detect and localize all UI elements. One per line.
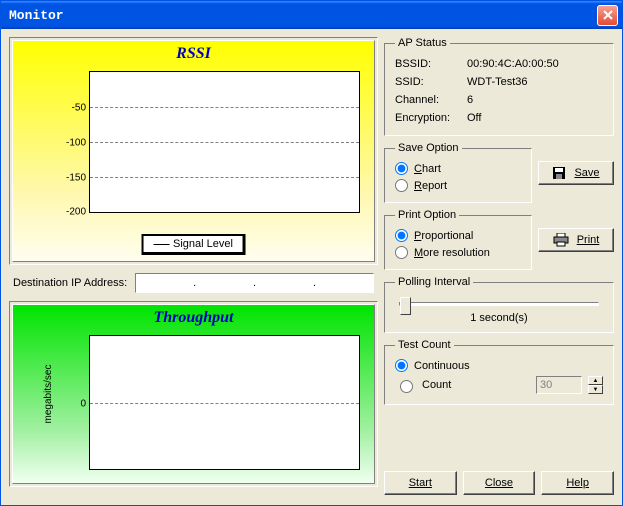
printer-icon [553, 233, 569, 247]
close-button[interactable]: Close [463, 471, 536, 495]
rssi-tick: -200 [66, 207, 86, 218]
throughput-panel: Throughput megabits/sec 0 [9, 301, 378, 487]
window-title: Monitor [9, 8, 597, 23]
save-option-group: Save Option Chart Report [384, 142, 532, 203]
channel-value: 6 [467, 94, 473, 106]
count-label: Count [422, 379, 451, 391]
throughput-plot: 0 [89, 335, 360, 470]
rssi-plot: -50 -100 -150 -200 [89, 71, 360, 213]
encryption-value: Off [467, 112, 481, 124]
save-option-legend: Save Option [395, 142, 462, 154]
bssid-label: BSSID: [395, 58, 459, 70]
print-option-legend: Print Option [395, 209, 459, 221]
count-spin-down[interactable]: ▼ [588, 385, 603, 394]
bssid-value: 00:90:4C:A0:00:50 [467, 58, 559, 70]
continuous-label: Continuous [414, 360, 470, 372]
encryption-label: Encryption: [395, 112, 459, 124]
rssi-tick: -100 [66, 138, 86, 149]
ssid-label: SSID: [395, 76, 459, 88]
print-button-label: Print [577, 234, 600, 246]
rssi-title: RSSI [13, 41, 374, 67]
ip-label: Destination IP Address: [13, 277, 127, 289]
channel-label: Channel: [395, 94, 459, 106]
print-button[interactable]: Print [538, 228, 614, 252]
polling-group: Polling Interval 1 second(s) [384, 276, 614, 333]
throughput-ylabel: megabits/sec [43, 365, 54, 424]
count-spin-up[interactable]: ▲ [588, 376, 603, 385]
close-icon [603, 10, 613, 20]
ap-status-group: AP Status BSSID: 00:90:4C:A0:00:50 SSID: W… [384, 37, 614, 136]
titlebar: Monitor [1, 1, 622, 29]
proportional-radio-label: Proportional [414, 230, 473, 242]
report-radio-label: Report [414, 180, 447, 192]
rssi-tick: -50 [72, 103, 86, 114]
monitor-window: Monitor RSSI -50 -100 -150 -200 Signal L… [0, 0, 623, 506]
print-option-group: Print Option Proportional More resolutio… [384, 209, 532, 270]
proportional-radio[interactable] [395, 229, 408, 242]
report-radio[interactable] [395, 179, 408, 192]
test-count-legend: Test Count [395, 339, 454, 351]
chart-radio[interactable] [395, 162, 408, 175]
slider-thumb-icon [400, 297, 411, 315]
ssid-value: WDT-Test36 [467, 76, 528, 88]
ip-input[interactable]: ... [135, 273, 374, 293]
save-button-label: Save [574, 167, 599, 179]
floppy-icon [552, 166, 566, 180]
ap-status-legend: AP Status [395, 37, 450, 49]
count-radio[interactable] [400, 380, 413, 393]
polling-legend: Polling Interval [395, 276, 473, 288]
more-res-radio[interactable] [395, 246, 408, 259]
test-count-group: Test Count Continuous Count ▲▼ [384, 339, 614, 405]
rssi-legend-text: Signal Level [173, 238, 233, 250]
continuous-radio[interactable] [395, 359, 408, 372]
start-button[interactable]: Start [384, 471, 457, 495]
save-button[interactable]: Save [538, 161, 614, 185]
polling-value: 1 second(s) [395, 312, 603, 324]
help-button[interactable]: Help [541, 471, 614, 495]
rssi-legend: Signal Level [141, 234, 246, 255]
window-close-button[interactable] [597, 5, 618, 26]
more-res-radio-label: More resolution [414, 247, 490, 259]
rssi-tick: -150 [66, 173, 86, 184]
thru-tick: 0 [80, 398, 86, 409]
count-input[interactable] [536, 376, 582, 394]
legend-line-icon [153, 244, 169, 245]
rssi-panel: RSSI -50 -100 -150 -200 Signal Level [9, 37, 378, 265]
chart-radio-label: Chart [414, 163, 441, 175]
polling-slider[interactable] [399, 302, 599, 306]
throughput-title: Throughput [13, 305, 374, 331]
